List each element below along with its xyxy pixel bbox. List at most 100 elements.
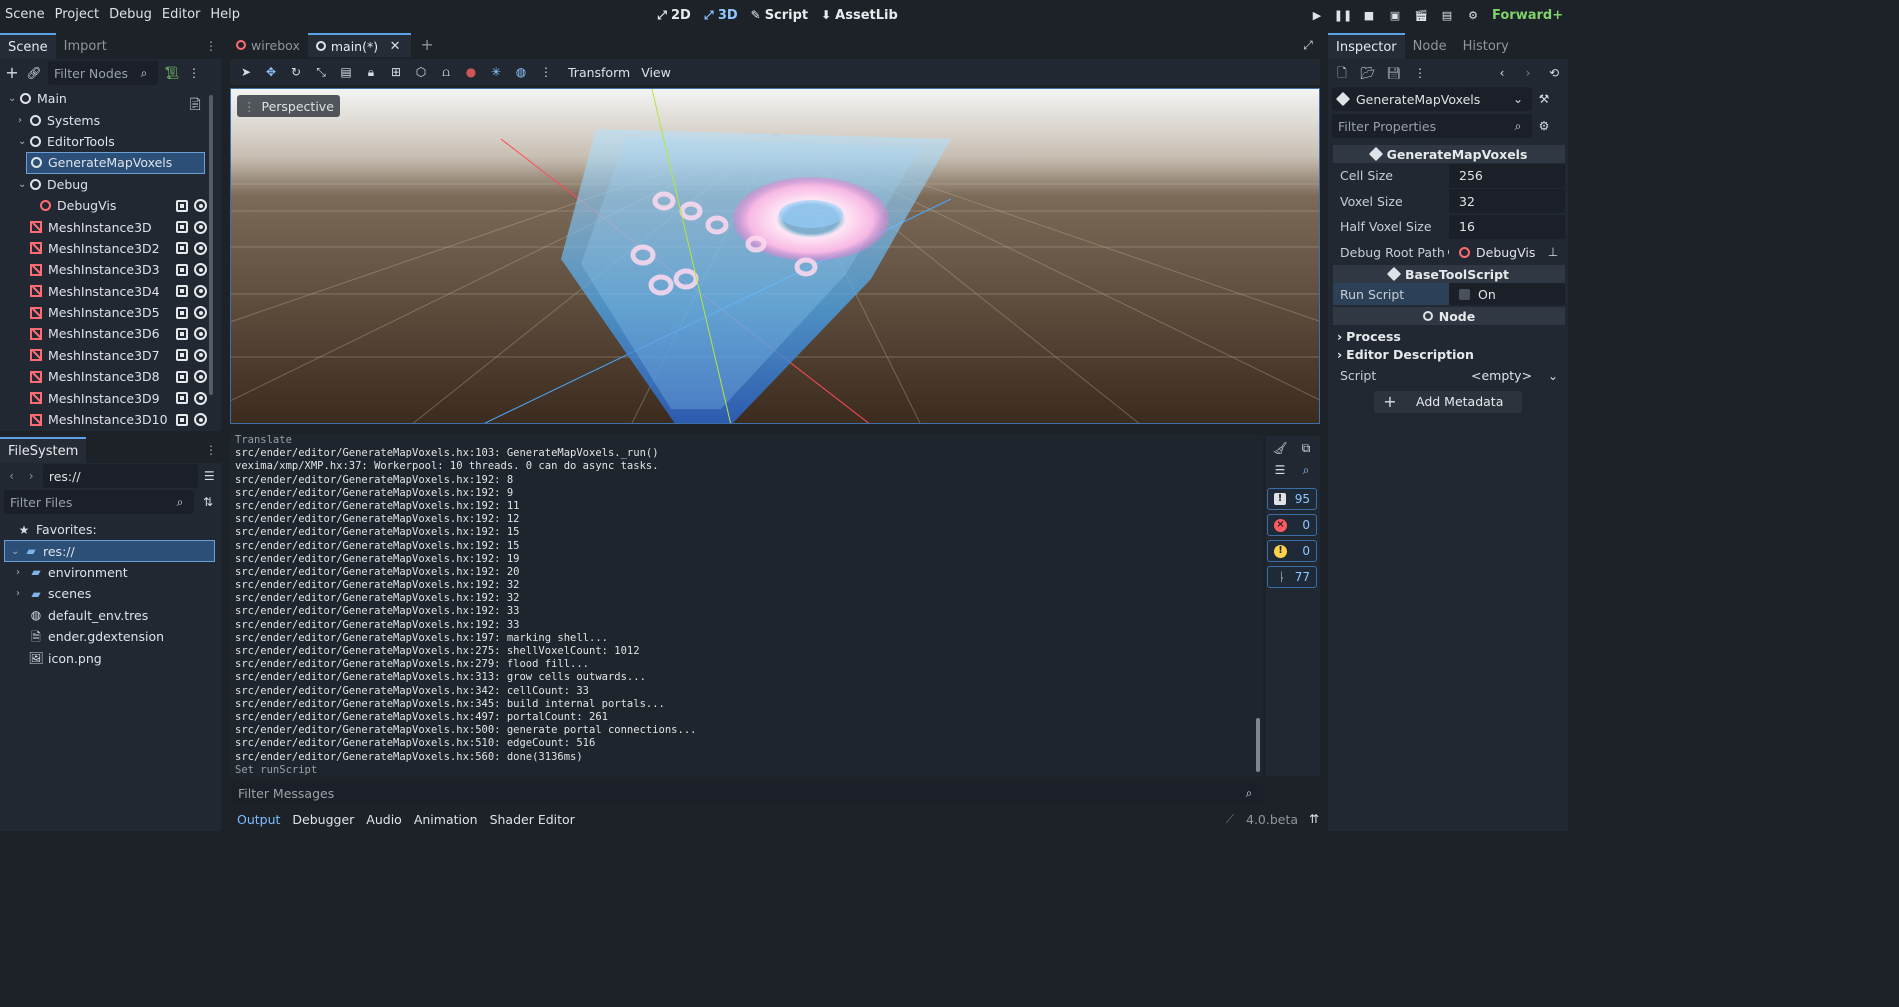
fs-item-scenes[interactable]: › ▰ scenes <box>0 583 221 604</box>
local-space-icon[interactable]: ⬡ <box>413 64 429 80</box>
perspective-menu[interactable]: ⋮ Perspective <box>237 95 340 117</box>
fs-item-default-env-tres[interactable]: ◍ default_env.tres <box>0 605 221 626</box>
fs-item-environment[interactable]: › ▰ environment <box>0 562 221 583</box>
renderer-select[interactable]: Forward+ <box>1492 8 1563 23</box>
visibility-eye-icon[interactable] <box>194 220 207 234</box>
visibility-eye-icon[interactable] <box>194 306 207 320</box>
copy-icon[interactable]: ⧉ <box>1298 440 1314 456</box>
movie-maker-icon[interactable]: ⚙ <box>1460 2 1486 28</box>
bottom-tab-shader-editor[interactable]: Shader Editor <box>484 806 581 832</box>
bottom-tab-audio[interactable]: Audio <box>360 806 408 832</box>
prop-value-input[interactable]: 32 <box>1449 189 1565 214</box>
filter-errors-toggle[interactable]: × 0 <box>1267 514 1317 536</box>
scene-menu-icon[interactable]: ⋮ <box>186 65 202 81</box>
tab-scene[interactable]: Scene <box>0 33 56 59</box>
scene-tree-scrollbar[interactable] <box>209 95 213 395</box>
tab-filesystem[interactable]: FileSystem <box>0 437 87 463</box>
fs-item-ender-gdextension[interactable]: 🗎︎ ender.gdextension <box>0 626 221 647</box>
fs-item-res-[interactable]: ⌄ ▰ res:// <box>4 540 215 562</box>
script-value[interactable]: <empty> ⌄ <box>1449 368 1565 384</box>
visibility-eye-icon[interactable] <box>194 413 207 427</box>
selectable-toggle-icon[interactable] <box>176 306 188 319</box>
run-script-checkbox[interactable]: On <box>1449 283 1565 305</box>
scene-tab-wirebox[interactable]: wirebox <box>228 33 308 57</box>
object-history-icon[interactable]: ⟲ <box>1546 65 1562 81</box>
scene-node-meshinstance3d3[interactable]: MeshInstance3D3 <box>0 259 221 280</box>
scene-node-meshinstance3d4[interactable]: MeshInstance3D4 <box>0 281 221 302</box>
object-selector[interactable]: GenerateMapVoxels ⌄ <box>1332 87 1532 111</box>
mode-assetlib[interactable]: ⬇ AssetLib <box>814 1 904 29</box>
list-select-icon[interactable]: ▤ <box>338 64 354 80</box>
transform-menu[interactable]: Transform <box>563 58 635 86</box>
expand-icon[interactable]: ⌄ <box>18 136 30 147</box>
tab-import[interactable]: Import <box>56 33 115 59</box>
bottom-tab-output[interactable]: Output <box>231 806 286 832</box>
filter-nodes-input[interactable]: Filter Nodes ⌕ <box>48 61 158 85</box>
scene-node-generatemapvoxels[interactable]: GenerateMapVoxels <box>26 152 205 174</box>
stop-icon[interactable]: ■ <box>1356 2 1382 28</box>
collapse-icon[interactable]: › <box>16 567 28 578</box>
visibility-eye-icon[interactable] <box>194 241 207 255</box>
selectable-toggle-icon[interactable] <box>176 349 188 362</box>
3d-viewport[interactable]: ⋮ Perspective <box>230 88 1320 424</box>
selectable-toggle-icon[interactable] <box>176 327 188 340</box>
mode-3d[interactable]: ⤢ 3D <box>697 1 744 29</box>
snap-icon[interactable]: ⩍ <box>438 64 454 80</box>
filter-properties-input[interactable]: Filter Properties ⌕ <box>1332 114 1532 138</box>
menu-editor[interactable]: Editor <box>157 0 205 28</box>
environment-icon[interactable]: ◍ <box>513 64 529 80</box>
output-log[interactable]: Translate src/ender/editor/GenerateMapVox… <box>230 434 1263 776</box>
scene-node-meshinstance3d10[interactable]: MeshInstance3D10 <box>0 409 221 427</box>
add-metadata-button[interactable]: + Add Metadata <box>1374 390 1522 413</box>
inspector-menu-icon[interactable]: ⋮ <box>1412 65 1428 81</box>
mode-2d[interactable]: ⤢ 2D <box>650 1 697 29</box>
add-node-icon[interactable]: + <box>4 65 20 81</box>
play-icon[interactable]: ▶ <box>1304 2 1330 28</box>
scene-node-meshinstance3d[interactable]: MeshInstance3D <box>0 216 221 237</box>
filter-warnings-toggle[interactable]: ! 0 <box>1267 540 1317 562</box>
distraction-free-icon[interactable]: ⤢ <box>1300 37 1316 53</box>
update-spinner-icon[interactable]: ⟋ <box>1222 811 1238 827</box>
forward-icon[interactable]: › <box>23 468 38 484</box>
group-process[interactable]: › Process <box>1333 327 1565 345</box>
selectable-toggle-icon[interactable] <box>176 221 188 234</box>
play-scene-icon[interactable]: 🎬︎ <box>1408 2 1434 28</box>
scene-node-meshinstance3d8[interactable]: MeshInstance3D8 <box>0 366 221 387</box>
scale-tool-icon[interactable]: ⤡ <box>313 64 329 80</box>
menu-help[interactable]: Help <box>205 0 245 28</box>
bottom-tab-debugger[interactable]: Debugger <box>286 806 360 832</box>
more-options-icon[interactable]: ⋮ <box>538 64 554 80</box>
prop-value-input[interactable]: 256 <box>1449 163 1565 188</box>
select-tool-icon[interactable]: ➤ <box>238 64 254 80</box>
scene-node-systems[interactable]: › Systems <box>0 109 221 130</box>
dock-menu-icon[interactable]: ⋮ <box>203 442 219 458</box>
remote-debug-icon[interactable]: ▣ <box>1382 2 1408 28</box>
scene-node-debug[interactable]: ⌄ Debug <box>0 174 221 195</box>
favorites-row[interactable]: ★ Favorites: <box>0 519 221 540</box>
sun-icon[interactable]: ✳ <box>488 64 504 80</box>
property-sort-icon[interactable]: ⚙ <box>1536 118 1552 134</box>
tab-node[interactable]: Node <box>1405 33 1455 59</box>
scene-node-meshinstance3d7[interactable]: MeshInstance3D7 <box>0 345 221 366</box>
debug-root-path-value[interactable]: DebugVis ⊥ <box>1449 240 1565 265</box>
visibility-eye-icon[interactable] <box>194 263 207 277</box>
new-resource-icon[interactable]: 🗋︎ <box>1334 65 1350 81</box>
selectable-toggle-icon[interactable] <box>176 263 188 276</box>
filter-messages-toggle[interactable]: ! 95 <box>1267 488 1317 510</box>
selectable-toggle-icon[interactable] <box>176 413 188 426</box>
scene-node-meshinstance3d9[interactable]: MeshInstance3D9 <box>0 387 221 408</box>
version-label[interactable]: 4.0.beta <box>1246 812 1298 827</box>
menu-debug[interactable]: Debug <box>104 0 157 28</box>
expand-bottom-panel-icon[interactable]: ⇈ <box>1306 811 1322 827</box>
filter-files-input[interactable]: Filter Files ⌕ <box>4 490 194 514</box>
close-icon[interactable]: ✕ <box>387 38 403 54</box>
clear-path-icon[interactable]: ⊥ <box>1545 244 1561 260</box>
move-tool-icon[interactable]: ✥ <box>263 64 279 80</box>
scene-node-meshinstance3d5[interactable]: MeshInstance3D5 <box>0 302 221 323</box>
save-resource-icon[interactable]: 💾︎ <box>1386 65 1402 81</box>
expand-icon[interactable]: ⌄ <box>8 93 20 104</box>
fs-item-icon-png[interactable]: 🖼︎ icon.png <box>0 647 221 668</box>
mode-script[interactable]: ✎ Script <box>744 1 814 29</box>
filter-editor-toggle[interactable]: ᚿ 77 <box>1267 566 1317 588</box>
split-mode-icon[interactable]: ☰ <box>202 468 217 484</box>
